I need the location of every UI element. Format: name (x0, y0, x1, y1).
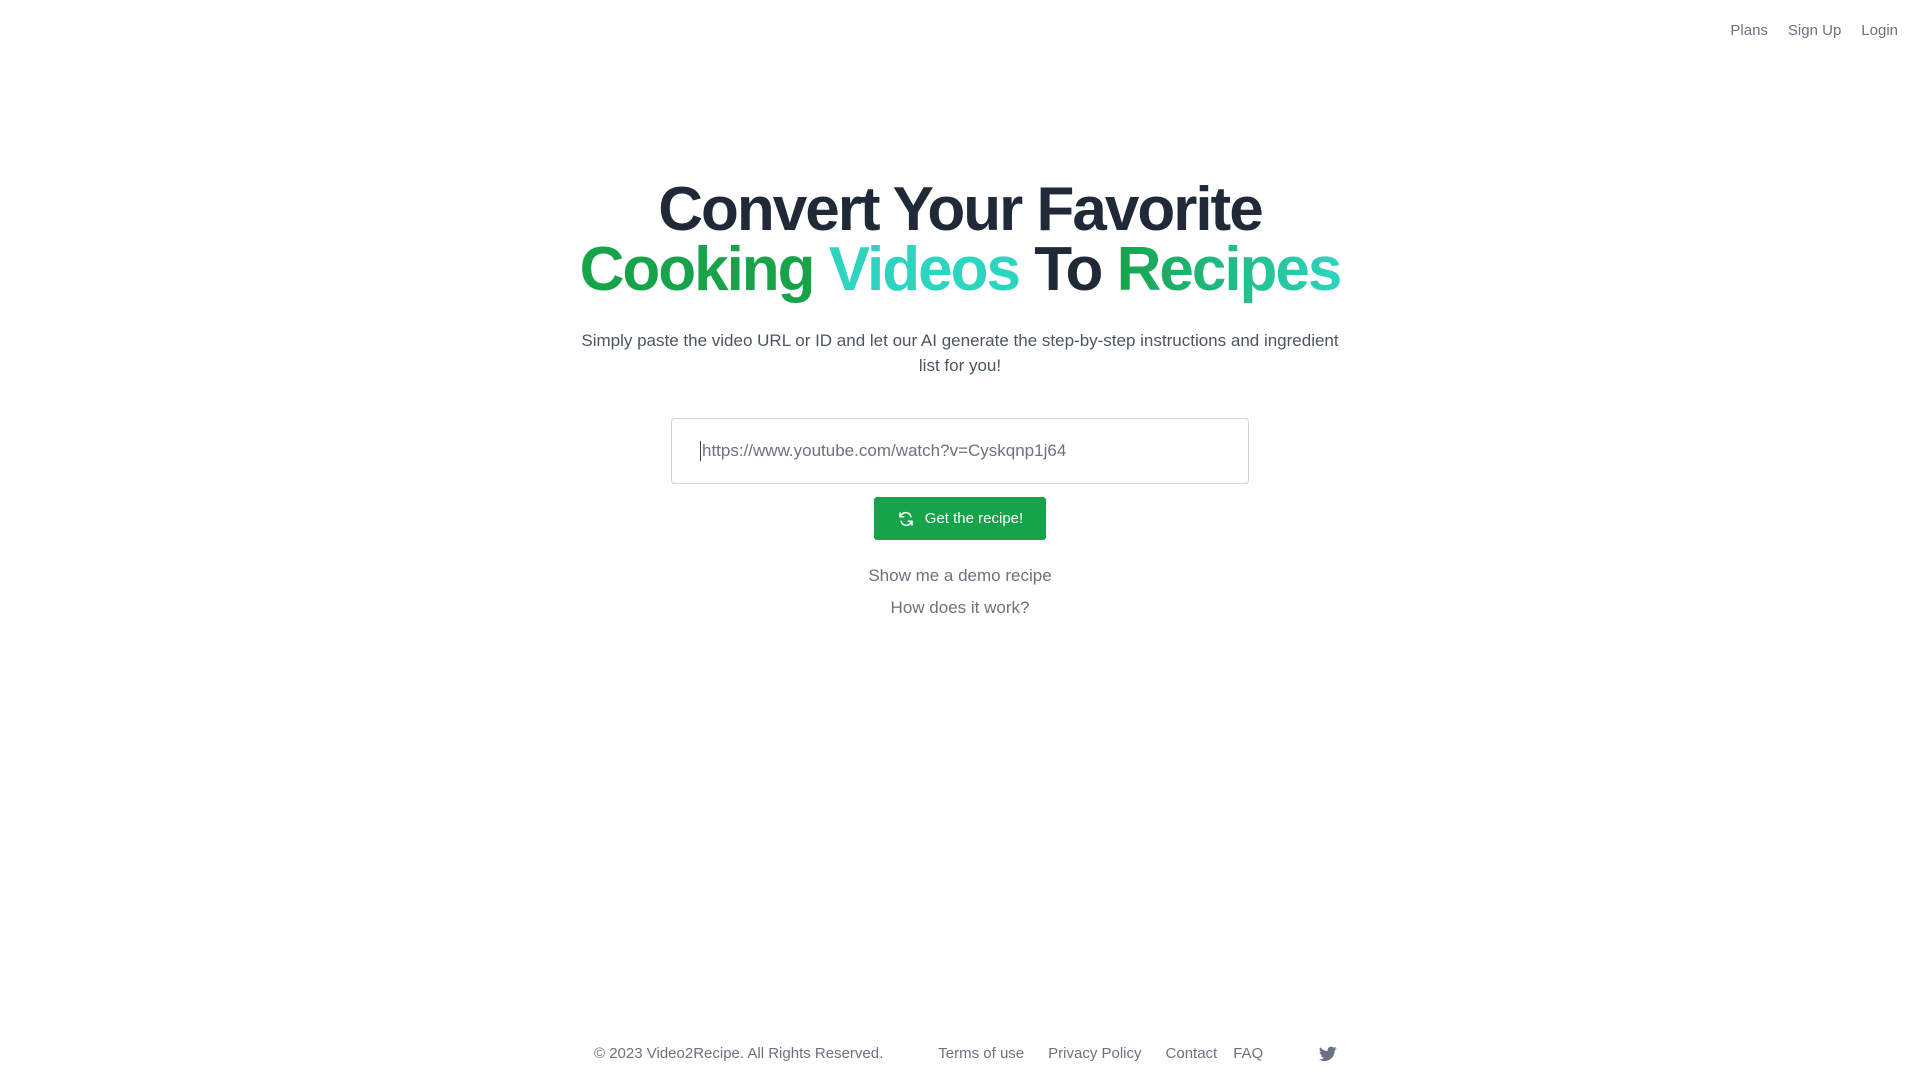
refresh-icon (899, 511, 913, 526)
video-url-field[interactable] (671, 418, 1249, 484)
get-recipe-label: Get the recipe! (924, 510, 1024, 527)
footer: © 2023 Video2Recipe. All Rights Reserved… (594, 1045, 1337, 1062)
footer-contact-link[interactable]: Contact (1166, 1045, 1218, 1062)
hero-section: Convert Your Favorite Cooking Videos To … (0, 175, 1920, 618)
title-word-cooking: Cooking (579, 235, 816, 304)
nav-signup-link[interactable]: Sign Up (1788, 22, 1841, 39)
title-line-1: Convert Your Favorite (658, 175, 1263, 244)
page: Plans Sign Up Login Convert Your Favorit… (0, 0, 1920, 1080)
footer-faq-link[interactable]: FAQ (1233, 1045, 1263, 1062)
nav-plans-link[interactable]: Plans (1730, 22, 1768, 39)
twitter-icon[interactable] (1319, 1046, 1337, 1062)
page-title: Convert Your Favorite Cooking Videos To … (580, 175, 1343, 301)
title-line-2: Cooking Videos To Recipes (580, 239, 1343, 301)
nav-login-link[interactable]: Login (1861, 22, 1898, 39)
top-nav: Plans Sign Up Login (1730, 22, 1898, 39)
get-recipe-button[interactable]: Get the recipe! (874, 497, 1046, 540)
footer-terms-link[interactable]: Terms of use (938, 1045, 1024, 1062)
title-word-recipes: Recipes (1116, 235, 1343, 304)
how-it-works-link[interactable]: How does it work? (891, 598, 1030, 618)
footer-privacy-link[interactable]: Privacy Policy (1048, 1045, 1141, 1062)
demo-recipe-link[interactable]: Show me a demo recipe (868, 566, 1051, 586)
copyright-text: © 2023 Video2Recipe. All Rights Reserved… (594, 1045, 884, 1062)
hero-subtitle: Simply paste the video URL or ID and let… (581, 331, 1339, 375)
title-word-to: To (1034, 235, 1103, 304)
title-word-videos: Videos (828, 235, 1021, 304)
video-url-input[interactable] (700, 441, 1220, 461)
